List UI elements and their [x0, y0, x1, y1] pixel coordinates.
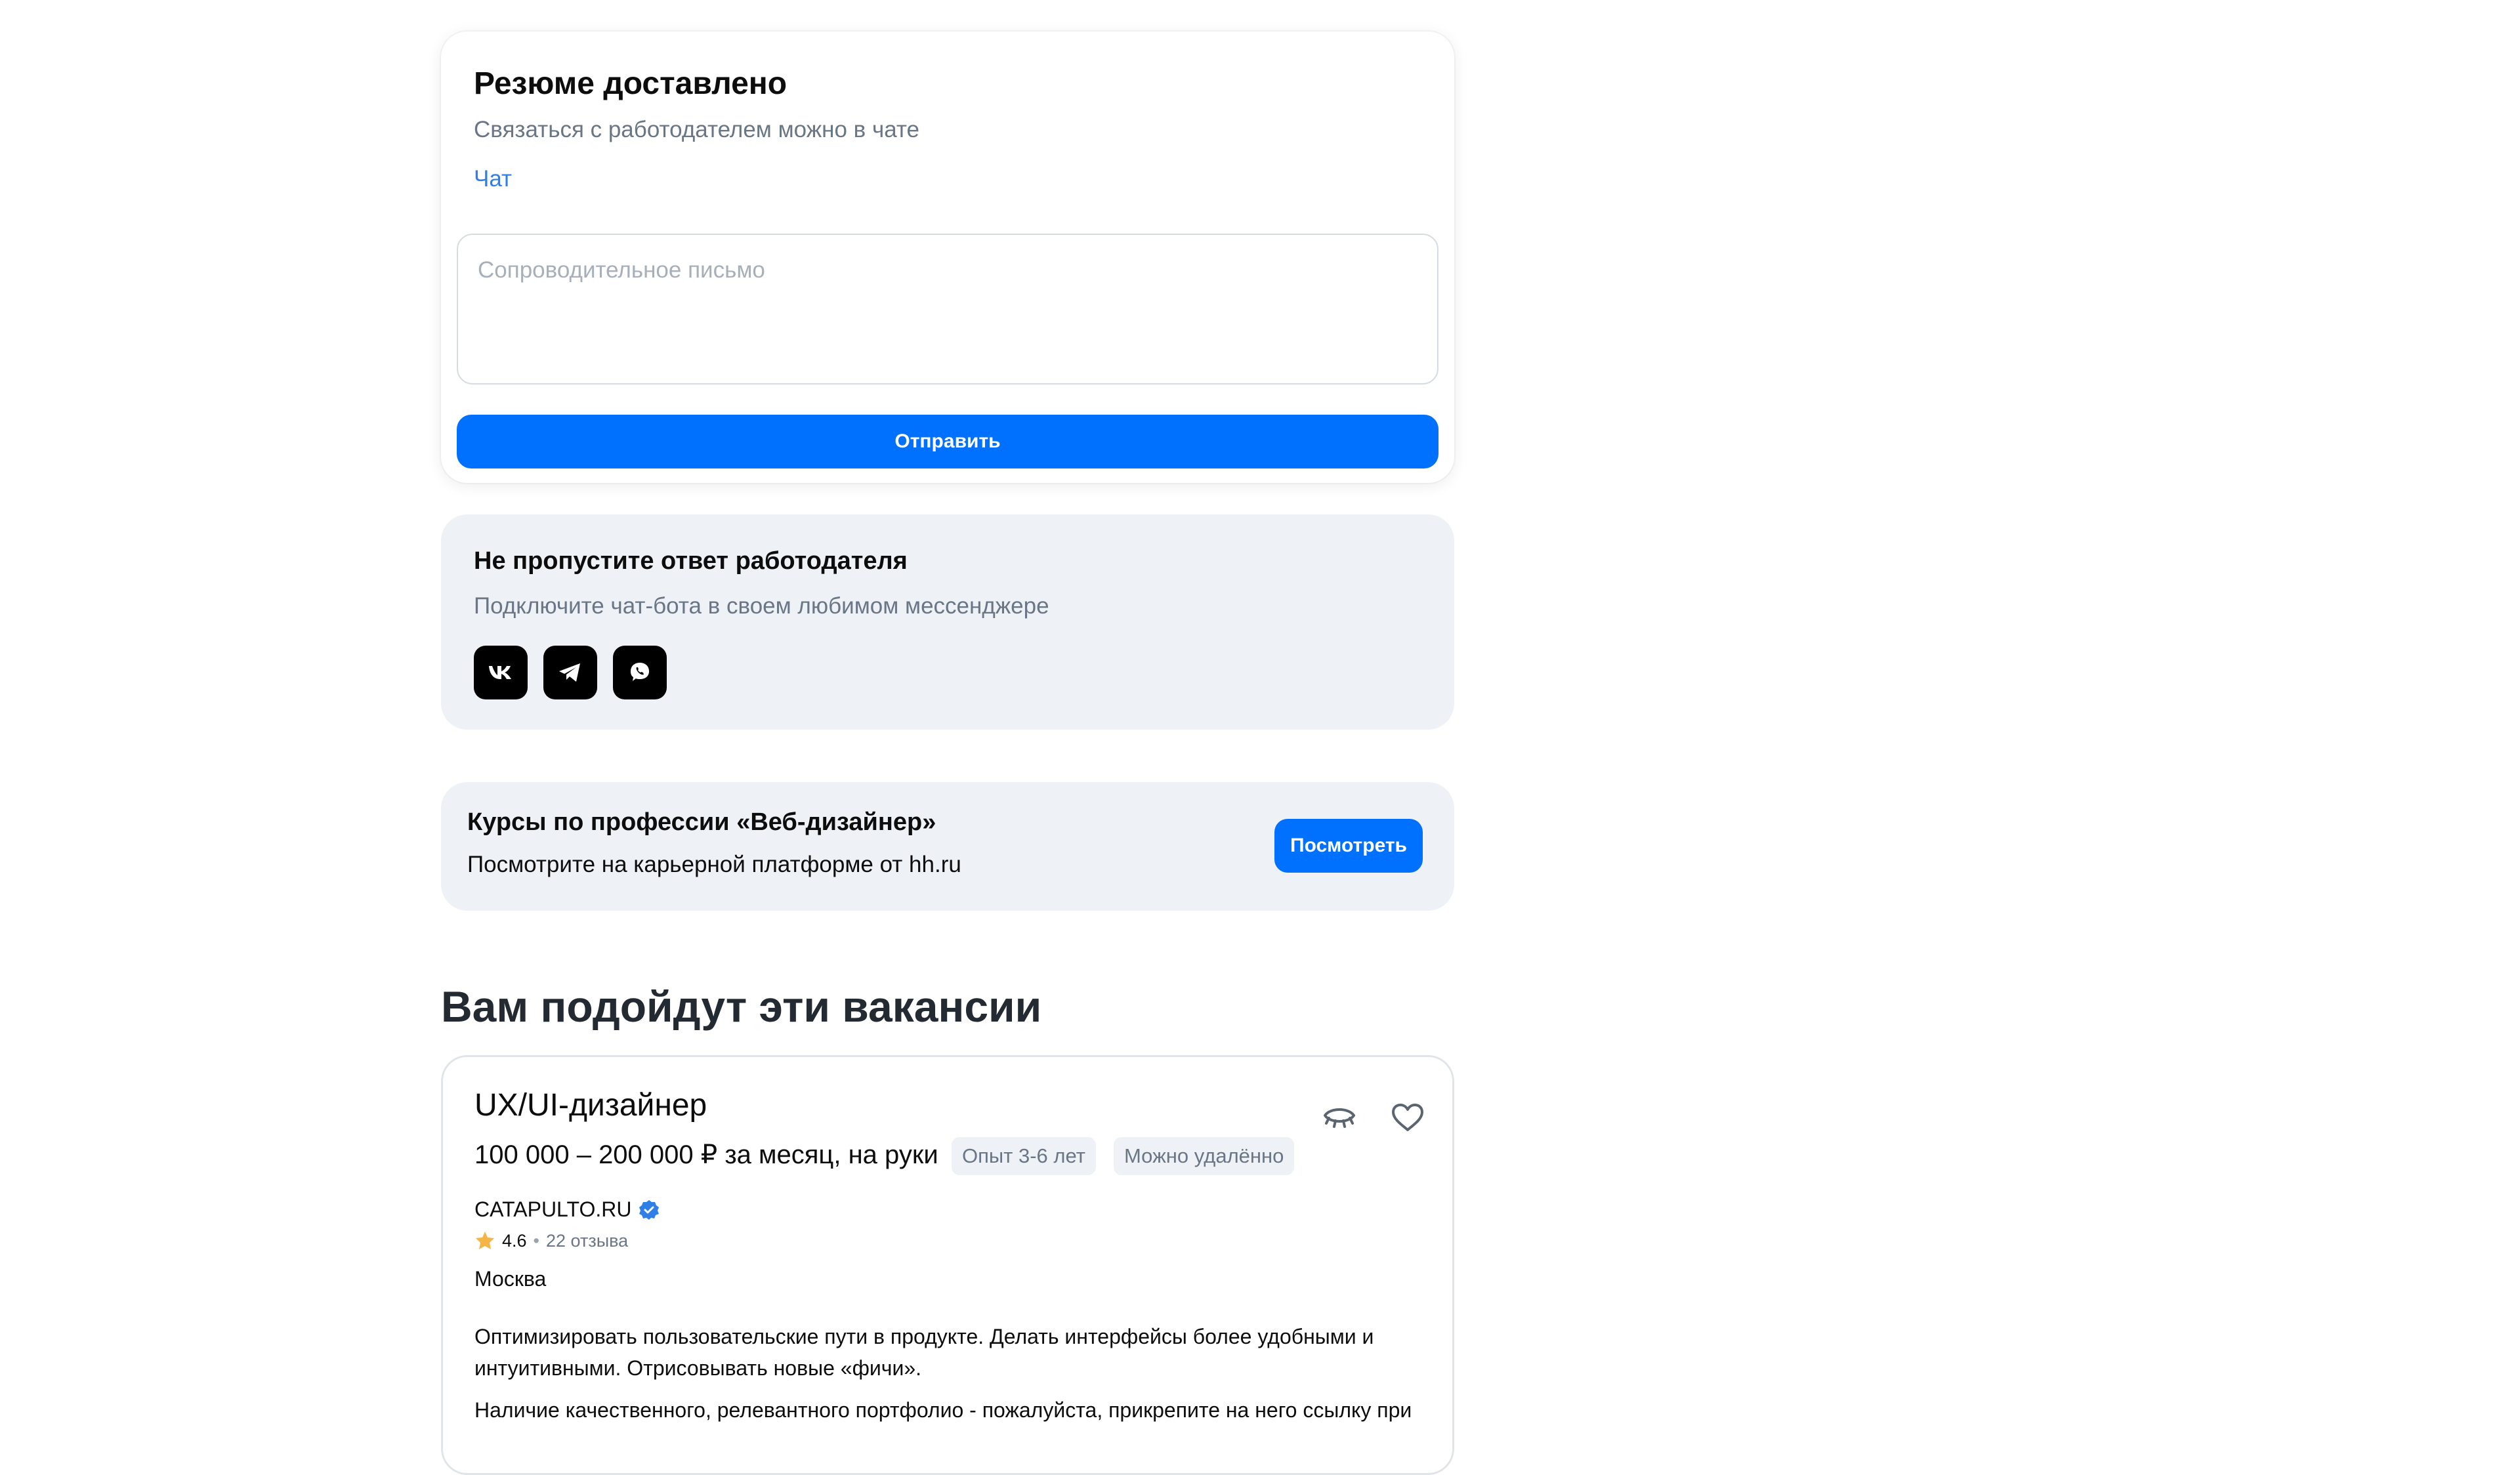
- courses-title: Курсы по профессии «Веб-дизайнер»: [467, 808, 936, 836]
- courses-card: Курсы по профессии «Веб-дизайнер» Посмот…: [441, 782, 1454, 911]
- view-courses-button[interactable]: Посмотреть: [1274, 819, 1423, 873]
- star-icon: [476, 1232, 494, 1249]
- resume-delivered-subtitle: Связаться с работодателем можно в чате: [474, 117, 919, 142]
- remote-tag: Можно удалённо: [1114, 1137, 1295, 1175]
- courses-subtitle: Посмотрите на карьерной платформе от hh.…: [467, 852, 961, 877]
- vk-icon: [489, 666, 511, 679]
- experience-tag: Опыт 3-6 лет: [952, 1137, 1096, 1175]
- viber-button[interactable]: [613, 646, 667, 699]
- vacancy-title[interactable]: UX/UI-дизайнер: [474, 1087, 707, 1123]
- reviews-count[interactable]: 22 отзыва: [546, 1231, 628, 1251]
- telegram-button[interactable]: [543, 646, 597, 699]
- company-row: CATAPULTO.RU: [474, 1197, 660, 1222]
- send-button[interactable]: Отправить: [457, 415, 1438, 468]
- cover-letter-placeholder: Сопроводительное письмо: [478, 257, 765, 283]
- chat-link[interactable]: Чат: [474, 166, 512, 192]
- company-rating-row: 4.6 • 22 отзыва: [474, 1230, 628, 1251]
- verified-badge-icon: [639, 1199, 660, 1220]
- chatbot-subtitle: Подключите чат-бота в своем любимом месс…: [474, 593, 1049, 619]
- vacancy-requirements: Наличие качественного, релевантного порт…: [474, 1398, 1412, 1422]
- vacancy-city: Москва: [474, 1267, 547, 1291]
- vacancy-salary: 100 000 – 200 000 ₽ за месяц, на руки: [474, 1140, 938, 1169]
- viber-icon: [631, 663, 649, 681]
- telegram-icon: [559, 663, 580, 682]
- hide-vacancy-button[interactable]: [1318, 1096, 1360, 1138]
- resume-delivered-title: Резюме доставлено: [474, 66, 788, 101]
- favorite-button[interactable]: [1387, 1096, 1429, 1138]
- rating-separator: •: [533, 1230, 539, 1251]
- chatbot-card: Не пропустите ответ работодателя Подключ…: [441, 514, 1454, 730]
- heart-icon: [1392, 1104, 1423, 1131]
- company-name[interactable]: CATAPULTO.RU: [474, 1197, 631, 1222]
- vacancy-description: Оптимизировать пользовательские пути в п…: [474, 1325, 1374, 1380]
- resume-delivered-card: Резюме доставлено Связаться с работодате…: [441, 31, 1454, 483]
- vacancy-card[interactable]: UX/UI-дизайнер 100 000 – 200 000 ₽ за ме…: [441, 1055, 1454, 1475]
- rating-value: 4.6: [502, 1230, 527, 1251]
- recommended-vacancies-heading: Вам подойдут эти вакансии: [441, 982, 1042, 1031]
- cover-letter-field[interactable]: Сопроводительное письмо: [457, 234, 1438, 384]
- chatbot-title: Не пропустите ответ работодателя: [474, 547, 908, 575]
- hide-icon: [1324, 1108, 1355, 1128]
- vk-button[interactable]: [474, 646, 528, 699]
